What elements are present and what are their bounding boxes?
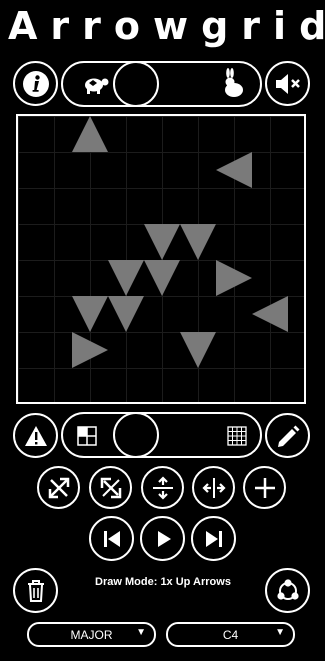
draw-mode-button[interactable] — [265, 413, 310, 458]
scale-select[interactable]: MAJOR ▼ — [27, 622, 156, 647]
arrow-left[interactable] — [216, 152, 252, 188]
flip-horizontal-button[interactable] — [192, 466, 235, 509]
arrow-right[interactable] — [72, 332, 108, 368]
diagonal-arrows-icon — [48, 477, 69, 498]
large-grid-icon — [227, 426, 247, 446]
play-button[interactable] — [140, 516, 185, 561]
arrow-down[interactable] — [180, 332, 216, 368]
grid-size-slider[interactable] — [61, 412, 262, 458]
trash-icon — [27, 579, 44, 602]
info-icon — [22, 70, 49, 97]
small-grid-icon — [77, 426, 97, 446]
arrow-down[interactable] — [72, 296, 108, 332]
rotate-diagonal-button[interactable] — [37, 466, 80, 509]
flip-horizontal-icon — [201, 477, 226, 498]
warning-button[interactable] — [13, 413, 58, 458]
tempo-slider[interactable] — [61, 61, 262, 107]
share-icon — [276, 578, 299, 600]
mute-button[interactable] — [265, 61, 310, 106]
root-note-select[interactable]: C4 ▼ — [166, 622, 295, 647]
pencil-icon — [277, 425, 299, 447]
scale-select-value: MAJOR — [70, 627, 113, 642]
add-button[interactable] — [243, 466, 286, 509]
arrow-up[interactable] — [72, 116, 108, 152]
skip-back-button[interactable] — [89, 516, 134, 561]
speaker-muted-icon — [275, 73, 300, 94]
arrow-down[interactable] — [108, 260, 144, 296]
warning-icon — [24, 425, 47, 446]
grid-size-slider-knob[interactable] — [113, 412, 159, 458]
chevron-down-icon: ▼ — [275, 627, 285, 638]
flip-diagonal-button[interactable] — [89, 466, 132, 509]
arrow-down[interactable] — [180, 224, 216, 260]
plus-icon — [254, 477, 275, 498]
skip-back-icon — [103, 530, 120, 547]
arrow-down[interactable] — [108, 296, 144, 332]
rabbit-icon — [225, 68, 243, 97]
arrow-down[interactable] — [144, 260, 180, 296]
arrow-right[interactable] — [216, 260, 252, 296]
arrow-grid[interactable] — [16, 114, 306, 404]
clear-button[interactable] — [13, 568, 58, 613]
share-button[interactable] — [265, 568, 310, 613]
app-title: Arrowgrid — [8, 4, 325, 48]
play-icon — [157, 530, 171, 547]
turtle-icon — [85, 78, 109, 94]
root-note-select-value: C4 — [222, 627, 239, 642]
skip-forward-button[interactable] — [191, 516, 236, 561]
info-button[interactable] — [13, 61, 58, 106]
chevron-down-icon: ▼ — [136, 627, 146, 638]
arrow-left[interactable] — [252, 296, 288, 332]
arrow-grid-canvas[interactable] — [18, 116, 304, 402]
flip-diagonal-icon — [100, 477, 121, 498]
flip-vertical-button[interactable] — [141, 466, 184, 509]
arrow-down[interactable] — [144, 224, 180, 260]
flip-vertical-icon — [152, 475, 173, 500]
draw-mode-status: Draw Mode: 1x Up Arrows — [95, 576, 231, 588]
tempo-slider-knob[interactable] — [113, 61, 159, 107]
skip-forward-icon — [205, 530, 222, 547]
